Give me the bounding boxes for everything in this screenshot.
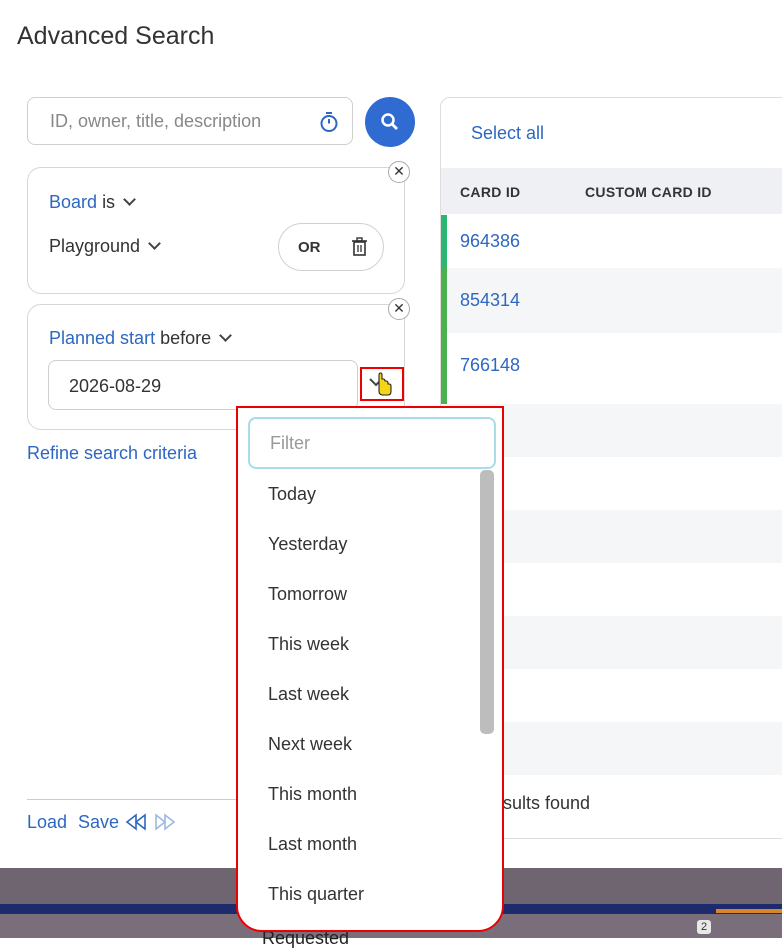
dropdown-option[interactable]: Next week — [268, 734, 352, 755]
filter-input[interactable] — [268, 432, 472, 455]
save-link[interactable]: Save — [78, 812, 119, 833]
search-input[interactable] — [48, 110, 302, 133]
card-color-bar — [441, 268, 447, 333]
column-header-custom-card-id[interactable]: CUSTOM CARD ID — [585, 184, 712, 200]
table-row[interactable]: 854314 — [441, 268, 782, 333]
or-control: OR — [278, 223, 384, 271]
search-icon — [381, 113, 398, 130]
select-all-link[interactable]: Select all — [471, 123, 544, 144]
column-header-card-id[interactable]: CARD ID — [460, 184, 520, 200]
divider — [27, 799, 247, 800]
criterion-operator[interactable]: is — [102, 192, 115, 212]
card-edge — [716, 909, 782, 913]
date-field[interactable]: 2026-08-29 — [48, 360, 358, 410]
load-link[interactable]: Load — [27, 812, 67, 833]
dropdown-option[interactable]: Last week — [268, 684, 349, 705]
results-count-text: esults found — [493, 793, 591, 813]
criterion-header[interactable]: Board is — [49, 192, 136, 213]
table-row[interactable]: 766148 — [441, 333, 782, 404]
date-preset-dropdown: Today Yesterday Tomorrow This week Last week… — [236, 406, 504, 932]
criterion-field[interactable]: Board — [49, 192, 97, 212]
stopwatch-icon[interactable] — [318, 111, 340, 133]
dropdown-option[interactable]: Tomorrow — [268, 584, 347, 605]
remove-criterion-date-close-icon[interactable]: ✕ — [388, 298, 410, 320]
count-badge: 2 — [697, 920, 711, 934]
filter-field[interactable] — [248, 417, 496, 469]
trash-icon[interactable] — [351, 237, 368, 256]
card-color-bar — [441, 333, 447, 404]
hand-cursor-icon — [378, 372, 392, 396]
card-id-link[interactable]: 766148 — [460, 355, 520, 376]
search-field[interactable] — [27, 97, 353, 145]
remove-criterion-board-close-icon[interactable]: ✕ — [388, 161, 410, 183]
criterion-field[interactable]: Planned start — [49, 328, 155, 348]
dropdown-option[interactable]: Today — [268, 484, 316, 505]
chevron-down-icon — [369, 372, 392, 396]
search-button[interactable] — [365, 97, 415, 147]
dropdown-scrollbar[interactable] — [480, 470, 494, 734]
dropdown-option[interactable]: This month — [268, 784, 357, 805]
card-color-bar — [441, 215, 447, 268]
or-button[interactable]: OR — [298, 239, 321, 256]
dropdown-option[interactable]: This week — [268, 634, 349, 655]
table-row[interactable]: 964386 — [441, 215, 782, 268]
refine-search-link[interactable]: Refine search criteria — [27, 443, 197, 464]
criterion-operator[interactable]: before — [160, 328, 211, 348]
page-title: Advanced Search — [17, 22, 215, 50]
chevron-down-icon[interactable] — [219, 329, 233, 342]
dropdown-option[interactable]: This quarter — [268, 884, 364, 905]
criterion-board: Board is Playground OR — [27, 167, 405, 294]
dropdown-option[interactable]: Yesterday — [268, 534, 347, 555]
results-table-header: CARD ID CUSTOM CARD ID — [441, 168, 782, 214]
chevron-down-icon[interactable] — [123, 193, 136, 206]
rewind-icon[interactable] — [125, 813, 149, 831]
board-value-select[interactable]: Playground — [49, 236, 161, 257]
fast-forward-icon[interactable] — [153, 813, 177, 831]
history-nav — [125, 813, 177, 836]
criterion-header[interactable]: Planned start before — [49, 328, 233, 349]
card-id-link[interactable]: 964386 — [460, 231, 520, 252]
card-id-link[interactable]: 854314 — [460, 290, 520, 311]
board-value: Playground — [49, 236, 141, 256]
date-dropdown-toggle[interactable] — [360, 367, 404, 401]
chevron-down-icon — [148, 237, 161, 250]
dropdown-option[interactable]: Last month — [268, 834, 357, 855]
